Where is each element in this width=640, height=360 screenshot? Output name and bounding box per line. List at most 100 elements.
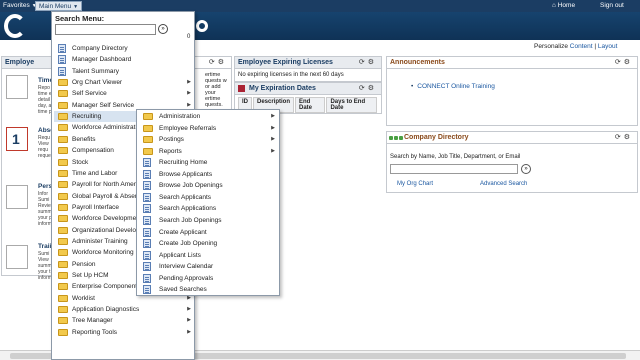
folder-icon xyxy=(58,169,68,177)
chevron-right-icon: ▶ xyxy=(187,90,191,97)
folder-icon xyxy=(58,79,68,87)
page-icon xyxy=(143,285,151,295)
personalize-content-link[interactable]: Content xyxy=(570,43,593,50)
folder-icon xyxy=(58,135,68,143)
menu-item-label: Saved Searches xyxy=(159,286,207,294)
menu-item-label: Payroll for North Americ xyxy=(72,181,141,189)
submenu-item-browse-job-openings[interactable]: Browse Job Openings xyxy=(139,180,279,191)
folder-icon xyxy=(58,113,68,121)
folder-icon xyxy=(143,147,153,155)
menu-item-label: Browse Job Openings xyxy=(159,182,223,190)
expiration-dates-title: My Expiration Dates xyxy=(249,85,316,92)
advanced-search-link[interactable]: Advanced Search xyxy=(480,181,527,187)
tile-description: Repo time e detail day, a time p xyxy=(38,85,52,115)
folder-icon xyxy=(58,203,68,211)
menu-item-label: Talent Summary xyxy=(72,67,119,75)
tile-title[interactable]: Traii xyxy=(38,243,51,250)
submenu-item-reports[interactable]: Reports ▶ xyxy=(139,146,279,157)
folder-icon xyxy=(143,136,153,144)
menu-item-label: Postings xyxy=(159,136,184,144)
menu-item-application-diagnostics[interactable]: Application Diagnostics ▶ xyxy=(54,304,194,315)
expiring-licenses-message: No expiring licenses in the next 60 days xyxy=(238,72,344,78)
menu-item-label: Enterprise Components xyxy=(72,283,141,291)
page-icon xyxy=(58,66,66,76)
menu-item-tree-manager[interactable]: Tree Manager ▶ xyxy=(54,315,194,326)
page-icon xyxy=(143,239,151,249)
search-menu-title: Search Menu: xyxy=(55,14,105,23)
org-chart-link[interactable]: My Org Chart xyxy=(397,181,433,187)
calendar-icon xyxy=(238,84,245,92)
menu-item-company-directory[interactable]: Company Directory xyxy=(54,43,194,54)
announcement-link[interactable]: CONNECT Online Training xyxy=(411,83,495,90)
submenu-item-administration[interactable]: Administration ▶ xyxy=(139,111,279,122)
directory-search-input[interactable] xyxy=(390,164,518,174)
id-card-icon[interactable] xyxy=(6,185,28,209)
company-directory-header: Company Directory ⟳⚙ xyxy=(387,132,637,144)
menu-item-label: Self Service xyxy=(72,90,107,98)
submenu-item-employee-referrals[interactable]: Employee Referrals ▶ xyxy=(139,123,279,134)
menu-item-label: Set Up HCM xyxy=(72,272,109,279)
refresh-icon[interactable]: ⟳⚙ xyxy=(359,57,377,69)
folder-icon xyxy=(143,113,153,120)
menu-item-label: Manager Self Service xyxy=(72,101,135,109)
calendar-icon[interactable]: 1 xyxy=(6,127,28,151)
folder-icon xyxy=(58,124,68,132)
submenu-item-search-applications[interactable]: Search Applications xyxy=(139,203,279,214)
submenu-item-search-applicants[interactable]: Search Applicants xyxy=(139,192,279,203)
refresh-icon[interactable]: ⟳⚙ xyxy=(209,57,227,69)
chevron-right-icon: ▶ xyxy=(271,147,275,154)
time-reporting-icon[interactable] xyxy=(6,75,28,99)
folder-icon xyxy=(58,294,68,302)
column-header: Days to End Date xyxy=(326,97,377,113)
menu-item-label: Company Directory xyxy=(72,45,128,52)
menu-item-label: Applicant Lists xyxy=(159,251,201,259)
home-link[interactable]: ⌂ Home xyxy=(552,1,575,11)
submenu-item-create-applicant[interactable]: Create Applicant xyxy=(139,227,279,238)
menu-item-label: Search Job Openings xyxy=(159,216,222,224)
submenu-item-postings[interactable]: Postings ▶ xyxy=(139,134,279,145)
search-go-icon[interactable]: » xyxy=(521,164,531,174)
submenu-item-interview-calendar[interactable]: Interview Calendar xyxy=(139,261,279,272)
menu-item-label: Administer Training xyxy=(72,237,128,245)
expiring-licenses-title: Employee Expiring Licenses xyxy=(238,59,333,66)
favorites-menu[interactable]: Favorites▼ xyxy=(3,1,37,11)
menu-item-talent-summary[interactable]: Talent Summary xyxy=(54,66,194,77)
refresh-icon[interactable]: ⟳⚙ xyxy=(359,83,377,95)
submenu-item-browse-applicants[interactable]: Browse Applicants xyxy=(139,169,279,180)
expiring-licenses-header: Employee Expiring Licenses ⟳⚙ xyxy=(235,57,381,69)
search-result-count: 0 xyxy=(187,34,191,40)
chevron-right-icon: ▶ xyxy=(271,136,275,143)
main-menu-button[interactable]: Main Menu ▼ xyxy=(35,1,83,11)
people-icon xyxy=(389,135,405,143)
sign-out-link[interactable]: Sign out xyxy=(600,1,624,11)
tile-title[interactable]: Pers xyxy=(38,183,52,190)
refresh-icon[interactable]: ⟳⚙ xyxy=(615,132,633,144)
menu-search-input[interactable] xyxy=(55,24,156,35)
refresh-icon[interactable]: ⟳⚙ xyxy=(615,57,633,69)
personalize-layout-link[interactable]: Layout xyxy=(598,43,618,50)
submenu-item-search-job-openings[interactable]: Search Job Openings xyxy=(139,215,279,226)
menu-item-reporting-tools[interactable]: Reporting Tools ▶ xyxy=(54,327,194,338)
graduate-icon[interactable] xyxy=(6,245,28,269)
page-icon xyxy=(143,169,151,179)
folder-icon xyxy=(58,317,68,325)
menu-item-label: Recruiting Home xyxy=(159,159,208,167)
folder-icon xyxy=(58,90,68,98)
menu-item-label: Search Applicants xyxy=(159,193,212,201)
menu-item-label: Benefits xyxy=(72,135,96,143)
menu-item-org-chart-viewer[interactable]: Org Chart Viewer ▶ xyxy=(54,77,194,88)
chevron-right-icon: ▶ xyxy=(187,306,191,313)
menu-item-self-service[interactable]: Self Service ▶ xyxy=(54,88,194,99)
submenu-item-create-job-opening[interactable]: Create Job Opening xyxy=(139,238,279,249)
submenu-item-saved-searches[interactable]: Saved Searches xyxy=(139,284,279,295)
menu-item-label: Organizational Develop xyxy=(72,226,140,234)
announcements-header: Announcements ⟳⚙ xyxy=(387,57,637,69)
personalize-links: Personalize Content | Layout xyxy=(534,43,617,50)
submenu-item-applicant-lists[interactable]: Applicant Lists xyxy=(139,250,279,261)
submenu-item-recruiting-home[interactable]: Recruiting Home xyxy=(139,157,279,168)
menu-item-manager-dashboard[interactable]: Manager Dashboard xyxy=(54,54,194,65)
submenu-item-pending-approvals[interactable]: Pending Approvals xyxy=(139,273,279,284)
folder-icon xyxy=(58,158,68,166)
search-go-icon[interactable]: » xyxy=(158,24,168,34)
expiring-licenses-pagelet: Employee Expiring Licenses ⟳⚙ No expiring… xyxy=(234,56,382,82)
